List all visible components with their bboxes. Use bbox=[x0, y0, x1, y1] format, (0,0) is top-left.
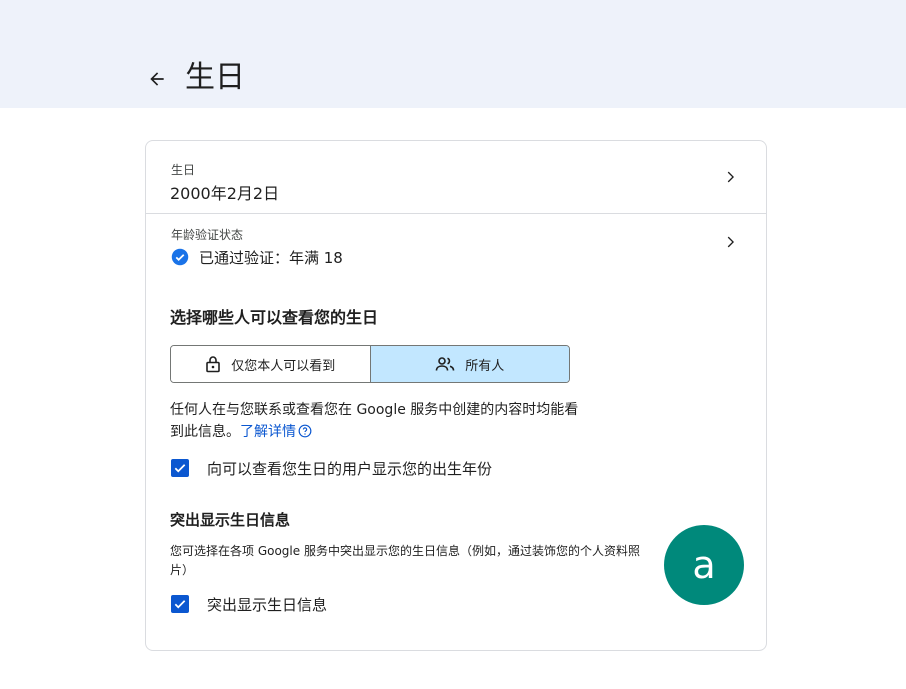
arrow-back-icon bbox=[150, 72, 164, 86]
birthday-card: 生日 2000年2月2日 年龄验证状态 已通过验证：年满 18 选择哪些人可以查… bbox=[145, 140, 767, 651]
visibility-toggle: 仅您本人可以看到 所有人 bbox=[170, 345, 570, 383]
birthday-label: 生日 bbox=[171, 163, 196, 177]
people-icon bbox=[435, 357, 455, 371]
highlight-description: 您可选择在各项 Google 服务中突出显示您的生日信息（例如，通过装饰您的个人… bbox=[170, 544, 640, 577]
visibility-description: 任何人在与您联系或查看您在 Google 服务中创建的内容时均能看到此信息。了解… bbox=[170, 399, 590, 443]
show-birth-year-label: 向可以查看您生日的用户显示您的出生年份 bbox=[207, 460, 493, 478]
visibility-option-label: 所有人 bbox=[465, 358, 505, 374]
chevron-right-icon bbox=[727, 236, 734, 248]
learn-more-label: 了解详情 bbox=[240, 424, 296, 440]
show-birth-year-checkbox[interactable] bbox=[171, 459, 189, 477]
checkmark-icon bbox=[174, 464, 186, 473]
age-verification-value: 已通过验证：年满 18 bbox=[199, 249, 343, 267]
visibility-option-only-me[interactable]: 仅您本人可以看到 bbox=[171, 346, 371, 382]
checkmark-icon bbox=[174, 600, 186, 609]
lock-icon bbox=[206, 356, 221, 373]
highlight-birthday-checkbox[interactable] bbox=[171, 595, 189, 613]
visibility-option-everyone[interactable]: 所有人 bbox=[370, 346, 569, 382]
avatar: a bbox=[664, 525, 744, 605]
visibility-description-text: 任何人在与您联系或查看您在 Google 服务中创建的内容时均能看到此信息。 bbox=[170, 402, 579, 440]
back-button[interactable] bbox=[144, 66, 170, 92]
learn-more-link[interactable]: 了解详情 bbox=[240, 424, 312, 440]
visibility-heading: 选择哪些人可以查看您的生日 bbox=[170, 308, 379, 327]
chevron-right-icon bbox=[727, 171, 734, 183]
highlight-heading: 突出显示生日信息 bbox=[170, 511, 291, 529]
verified-check-icon bbox=[171, 248, 189, 266]
help-circle-icon bbox=[298, 424, 312, 438]
birthday-row[interactable]: 生日 2000年2月2日 bbox=[146, 141, 766, 214]
page-title: 生日 bbox=[185, 60, 245, 95]
age-verification-label: 年龄验证状态 bbox=[171, 228, 244, 242]
visibility-option-label: 仅您本人可以看到 bbox=[231, 358, 336, 374]
age-verification-row[interactable]: 年龄验证状态 已通过验证：年满 18 bbox=[146, 213, 766, 275]
birthday-value: 2000年2月2日 bbox=[170, 184, 280, 203]
header-band bbox=[0, 0, 906, 108]
highlight-birthday-label: 突出显示生日信息 bbox=[207, 596, 328, 614]
